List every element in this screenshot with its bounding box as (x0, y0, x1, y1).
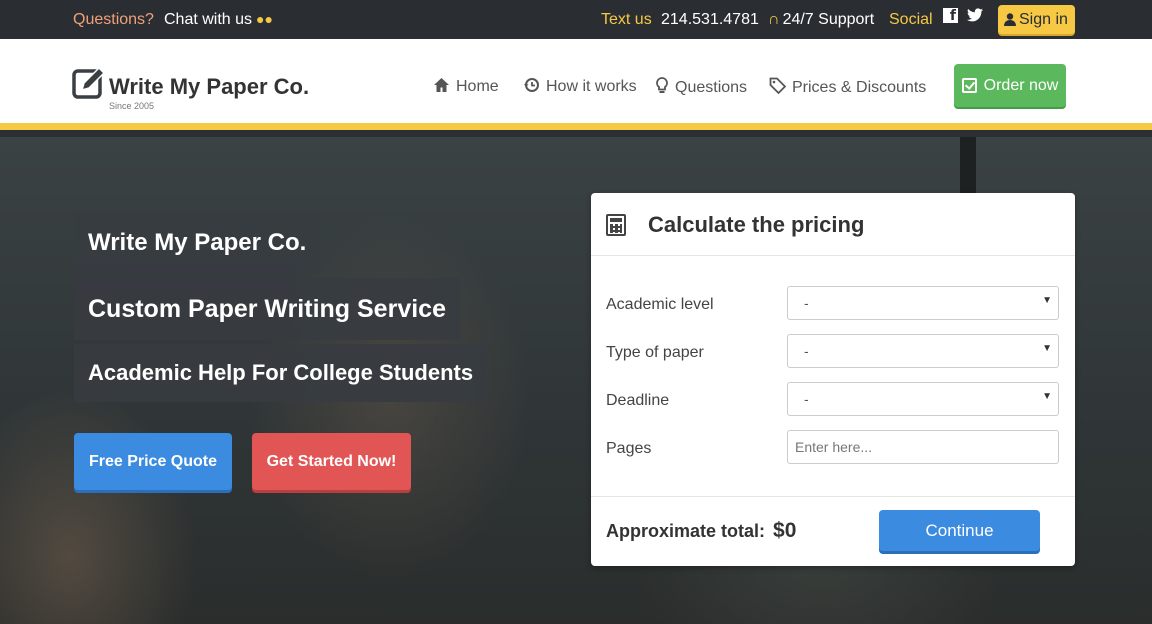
deadline-value[interactable]: - (804, 391, 809, 407)
nav-home-label[interactable]: Home (456, 78, 499, 96)
academic-level-select[interactable]: - ▼ (787, 286, 1059, 320)
chat-label[interactable]: Chat with us (164, 11, 252, 28)
academic-level-value[interactable]: - (804, 295, 809, 311)
type-of-paper-select[interactable]: - ▼ (787, 334, 1059, 368)
pages-label: Pages (606, 440, 652, 457)
nav-questions-label[interactable]: Questions (675, 79, 747, 97)
hero-title-2: Custom Paper Writing Service (74, 278, 460, 340)
pages-input[interactable] (787, 430, 1059, 464)
logo-since: Since 2005 (109, 101, 155, 111)
history-icon (523, 77, 540, 97)
nav-prices-discounts[interactable]: Prices & Discounts (769, 77, 926, 98)
hero-title-1: Write My Paper Co. (74, 212, 321, 274)
type-of-paper-value[interactable]: - (804, 343, 809, 359)
total-value: $0 (773, 519, 797, 542)
calculator-header: Calculate the pricing (591, 193, 1075, 256)
logo-icon[interactable] (72, 66, 106, 99)
nav-home[interactable]: Home (433, 77, 499, 97)
total-label: Approximate total: (606, 521, 766, 541)
dropdown-arrow-icon[interactable]: ▼ (1042, 295, 1052, 306)
tag-icon (769, 77, 787, 98)
sign-in-label[interactable]: Sign in (1019, 11, 1068, 28)
social-label: Social (889, 11, 933, 28)
phone-number[interactable]: 214.531.4781 (661, 11, 759, 29)
nav-questions[interactable]: Questions (655, 77, 747, 98)
support-label[interactable]: 24/7 Support (783, 11, 875, 28)
pricing-calculator: Calculate the pricing Academic level - ▼… (591, 193, 1075, 566)
academic-level-row: Academic level - ▼ (606, 286, 1060, 320)
dropdown-arrow-icon[interactable]: ▼ (1042, 391, 1052, 402)
top-bar: Questions? Chat with us ●● Text us 214.53… (0, 0, 1152, 39)
hero-title-3: Academic Help For College Students (74, 344, 488, 402)
nav-how-it-works-label[interactable]: How it works (546, 78, 637, 96)
calculator-icon (606, 214, 626, 236)
twitter-icon[interactable] (967, 8, 983, 26)
user-icon (1004, 7, 1016, 26)
deadline-row: Deadline - ▼ (606, 382, 1060, 416)
sign-in-button[interactable]: Sign in (998, 5, 1075, 34)
calculator-title: Calculate the pricing (648, 212, 865, 237)
type-of-paper-label: Type of paper (606, 344, 704, 361)
get-started-button[interactable]: Get Started Now! (252, 433, 411, 490)
dropdown-arrow-icon[interactable]: ▼ (1042, 343, 1052, 354)
free-price-quote-button[interactable]: Free Price Quote (74, 433, 232, 490)
checkbox-icon (961, 78, 977, 93)
nav-how-it-works[interactable]: How it works (523, 77, 637, 97)
approximate-total: Approximate total: $0 (606, 519, 796, 543)
facebook-icon[interactable]: f (943, 8, 958, 24)
headset-icon: ∩ (768, 11, 780, 28)
order-now-button[interactable]: Order now (954, 64, 1066, 107)
chat-bubbles-icon[interactable]: ●● (256, 11, 273, 27)
academic-level-label: Academic level (606, 296, 714, 313)
lightbulb-icon (655, 77, 669, 98)
chat-link[interactable]: Chat with us ●● (164, 11, 273, 29)
questions-text: Questions? (73, 11, 154, 28)
continue-button[interactable]: Continue (879, 510, 1040, 551)
deadline-select[interactable]: - ▼ (787, 382, 1059, 416)
nav-prices-discounts-label[interactable]: Prices & Discounts (792, 79, 926, 97)
pages-row: Pages (606, 430, 1060, 464)
text-us-label: Text us (601, 11, 652, 28)
order-now-label[interactable]: Order now (984, 77, 1059, 95)
deadline-label: Deadline (606, 392, 670, 409)
calculator-footer: Approximate total: $0 Continue (591, 496, 1075, 566)
support-link[interactable]: ∩ 24/7 Support (768, 11, 874, 29)
main-nav: Write My Paper Co. Since 2005 Home How i… (0, 39, 1152, 130)
type-of-paper-row: Type of paper - ▼ (606, 334, 1060, 368)
home-icon (433, 77, 450, 97)
logo-text[interactable]: Write My Paper Co. (109, 74, 309, 100)
